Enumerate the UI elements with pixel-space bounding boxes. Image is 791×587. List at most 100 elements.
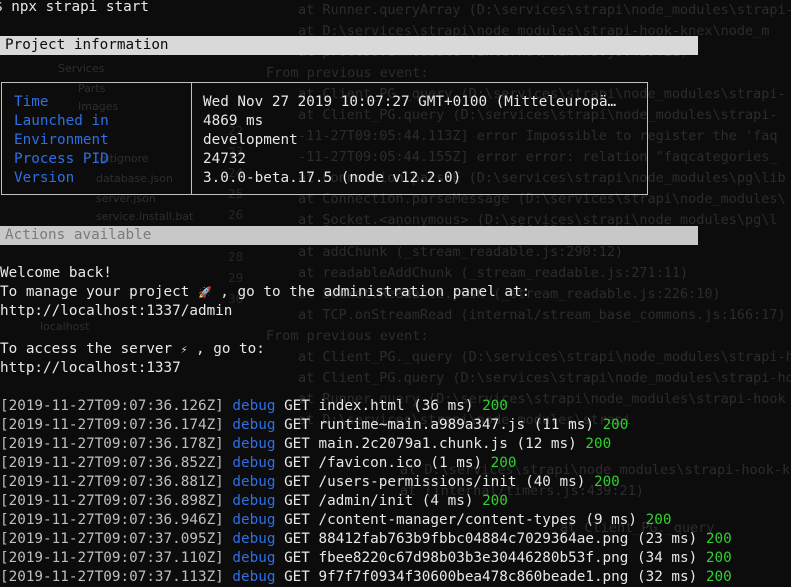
- admin-text-after: , go to the administration panel at:: [220, 284, 531, 300]
- project-information-table: Time Wed Nov 27 2019 10:07:27 GMT+0100 (…: [1, 82, 648, 195]
- welcome-text: Welcome back!: [0, 265, 112, 281]
- log-level: debug: [232, 455, 276, 471]
- admin-instructions: To manage your project 🚀 , go to the adm…: [0, 283, 530, 302]
- log-method: GET: [284, 436, 310, 452]
- log-line: [2019-11-27T09:07:36.881Z] debug GET /us…: [0, 473, 620, 492]
- log-path: /users-permissions/init: [318, 474, 517, 490]
- admin-url-line: http://localhost:1337/admin: [0, 302, 232, 321]
- log-duration: (4 ms): [421, 493, 474, 509]
- log-level: debug: [232, 474, 276, 490]
- log-level: debug: [232, 531, 276, 547]
- log-duration: (9 ms): [585, 512, 637, 528]
- server-url-link[interactable]: http://localhost:1337: [0, 360, 181, 376]
- log-status: 200: [602, 417, 629, 433]
- server-url-line: http://localhost:1337: [0, 359, 181, 378]
- project-information-header: Project information: [0, 36, 698, 55]
- log-status: 200: [482, 493, 508, 509]
- actions-available-header: Actions available: [0, 226, 698, 245]
- log-timestamp: [2019-11-27T09:07:36.126Z]: [0, 398, 224, 414]
- log-level: debug: [232, 512, 276, 528]
- log-timestamp: [2019-11-27T09:07:36.178Z]: [0, 436, 224, 452]
- log-path: /admin/init: [318, 493, 414, 509]
- info-value-version: 3.0.0-beta.17.5 (node v12.2.0): [203, 170, 462, 186]
- info-value-time: Wed Nov 27 2019 10:07:27 GMT+0100 (Mitte…: [203, 94, 617, 110]
- welcome-message: Welcome back!: [0, 264, 112, 283]
- log-timestamp: [2019-11-27T09:07:36.881Z]: [0, 474, 224, 490]
- log-line: [2019-11-27T09:07:36.946Z] debug GET /co…: [0, 511, 671, 530]
- log-level: debug: [232, 398, 276, 414]
- log-status: 200: [705, 531, 732, 547]
- command-text: npx strapi start: [11, 0, 149, 15]
- log-duration: (32 ms): [636, 569, 698, 585]
- info-key-time: Time: [14, 94, 49, 110]
- log-duration: (11 ms): [533, 417, 594, 433]
- log-path: /favicon.ico: [318, 455, 422, 471]
- log-status: 200: [585, 436, 612, 452]
- info-key-pid: Process PID: [14, 151, 109, 167]
- command-prompt: $ npx strapi start: [0, 0, 149, 17]
- log-timestamp: [2019-11-27T09:07:37.095Z]: [0, 531, 224, 547]
- log-method: GET: [284, 398, 310, 414]
- info-key-version: Version: [14, 170, 75, 186]
- log-method: GET: [284, 493, 310, 509]
- log-status: 200: [645, 512, 672, 528]
- log-timestamp: [2019-11-27T09:07:36.946Z]: [0, 512, 224, 528]
- rocket-icon: 🚀: [197, 286, 212, 299]
- log-method: GET: [284, 417, 310, 433]
- info-value-environment: development: [203, 132, 298, 148]
- log-status: 200: [593, 474, 620, 490]
- log-timestamp: [2019-11-27T09:07:36.898Z]: [0, 493, 224, 509]
- log-timestamp: [2019-11-27T09:07:36.852Z]: [0, 455, 224, 471]
- log-line: [2019-11-27T09:07:36.126Z] debug GET ind…: [0, 397, 508, 416]
- log-status: 200: [490, 455, 517, 471]
- log-path: 9f7f7f0934f30600bea478c860beade1.png: [318, 569, 629, 585]
- prompt-symbol: $: [0, 0, 3, 15]
- log-level: debug: [232, 569, 276, 585]
- lightning-icon: ⚡: [180, 343, 188, 356]
- log-method: GET: [284, 569, 310, 585]
- log-line: [2019-11-27T09:07:37.113Z] debug GET 9f7…: [0, 568, 732, 587]
- admin-url-link[interactable]: http://localhost:1337/admin: [0, 303, 232, 319]
- log-duration: (23 ms): [636, 531, 698, 547]
- log-timestamp: [2019-11-27T09:07:37.110Z]: [0, 550, 224, 566]
- log-duration: (34 ms): [636, 550, 698, 566]
- log-level: debug: [232, 550, 276, 566]
- actions-available-header-label: Actions available: [5, 227, 152, 243]
- log-level: debug: [232, 436, 276, 452]
- log-duration: (36 ms): [413, 398, 474, 414]
- log-status: 200: [705, 550, 732, 566]
- log-status: 200: [705, 569, 732, 585]
- server-text-after: , go to:: [196, 341, 265, 357]
- log-timestamp: [2019-11-27T09:07:37.113Z]: [0, 569, 224, 585]
- terminal-output: $ npx strapi start Project information T…: [0, 0, 791, 585]
- log-method: GET: [284, 512, 310, 528]
- log-level: debug: [232, 493, 276, 509]
- server-instructions: To access the server ⚡ , go to:: [0, 340, 265, 359]
- log-level: debug: [232, 417, 276, 433]
- server-text-before: To access the server: [0, 341, 173, 357]
- info-key-environment: Environment: [14, 132, 109, 148]
- log-line: [2019-11-27T09:07:37.110Z] debug GET fbe…: [0, 549, 732, 568]
- log-method: GET: [284, 531, 310, 547]
- log-path: /content-manager/content-types: [318, 512, 577, 528]
- info-key-launched: Launched in: [14, 113, 109, 129]
- log-duration: (40 ms): [525, 474, 586, 490]
- log-path: main.2c2079a1.chunk.js: [318, 436, 508, 452]
- log-method: GET: [284, 455, 310, 471]
- log-duration: (12 ms): [516, 436, 577, 452]
- log-status: 200: [482, 398, 508, 414]
- log-method: GET: [284, 550, 310, 566]
- log-line: [2019-11-27T09:07:36.898Z] debug GET /ad…: [0, 492, 508, 511]
- log-method: GET: [284, 474, 310, 490]
- log-path: index.html: [318, 398, 405, 414]
- project-information-header-label: Project information: [5, 37, 169, 53]
- log-line: [2019-11-27T09:07:36.852Z] debug GET /fa…: [0, 454, 517, 473]
- info-value-launched: 4869 ms: [203, 113, 264, 129]
- log-line: [2019-11-27T09:07:36.178Z] debug GET mai…: [0, 435, 611, 454]
- info-value-pid: 24732: [203, 151, 247, 167]
- log-path: 88412fab763b9fbbc04884c7029364ae.png: [318, 531, 629, 547]
- log-path: runtime~main.a989a347.js: [318, 417, 526, 433]
- log-line: [2019-11-27T09:07:36.174Z] debug GET run…: [0, 416, 628, 435]
- log-line: [2019-11-27T09:07:37.095Z] debug GET 884…: [0, 530, 732, 549]
- table-divider: [191, 83, 192, 194]
